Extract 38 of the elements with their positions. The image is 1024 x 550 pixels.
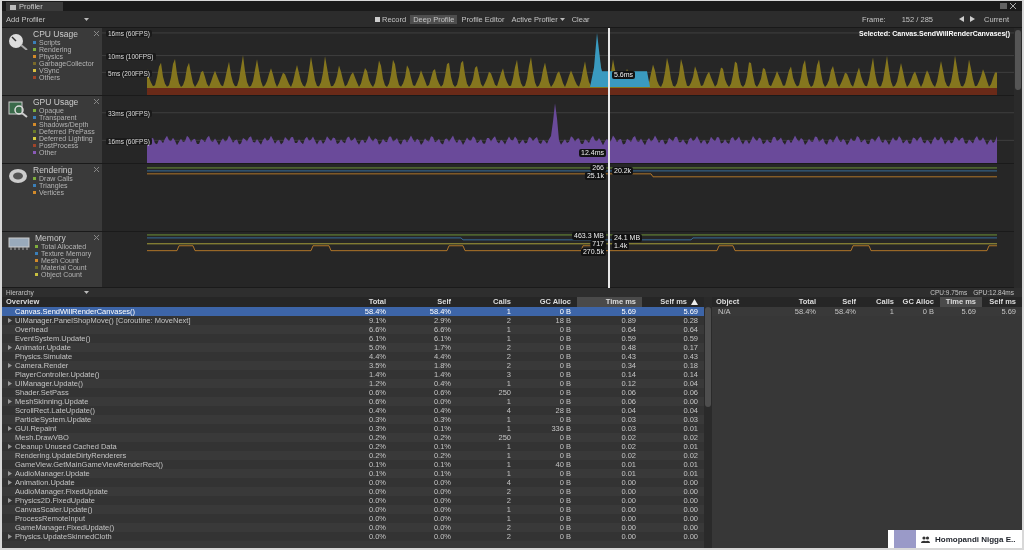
chat-popup[interactable]: Homopandi Nigga E.. — [888, 530, 1022, 548]
caret-icon — [84, 291, 89, 294]
lane-title: GPU Usage — [33, 98, 80, 107]
caret-icon — [559, 17, 565, 21]
record-icon — [375, 16, 380, 22]
next-frame-icon[interactable] — [970, 16, 975, 22]
close-icon[interactable] — [94, 235, 99, 240]
expand-arrow-icon[interactable] — [8, 345, 12, 350]
close-icon[interactable] — [94, 31, 99, 36]
expand-arrow-icon[interactable] — [8, 498, 12, 503]
gauge-icon — [8, 32, 28, 50]
contact-name: Homopandi Nigga E.. — [935, 534, 1016, 544]
expand-arrow-icon[interactable] — [8, 444, 12, 449]
scrollbar[interactable] — [1014, 28, 1022, 288]
gpu-magnifier-icon — [8, 100, 28, 118]
lens-icon — [8, 168, 28, 184]
photo-placeholder — [894, 530, 916, 548]
previous-frame-icon[interactable] — [959, 16, 964, 22]
expand-arrow-icon[interactable] — [8, 480, 12, 485]
lane-title: Memory — [35, 234, 67, 243]
expand-arrow-icon[interactable] — [8, 363, 12, 368]
expand-arrow-icon[interactable] — [8, 534, 12, 539]
expand-arrow-icon[interactable] — [8, 399, 12, 404]
expand-arrow-icon[interactable] — [8, 318, 12, 323]
caret-icon — [84, 17, 89, 21]
close-icon[interactable] — [94, 167, 99, 172]
expand-arrow-icon[interactable] — [8, 426, 12, 431]
sort-arrow-icon — [691, 299, 699, 305]
scrollbar[interactable] — [704, 297, 712, 548]
expand-arrow-icon[interactable] — [8, 471, 12, 476]
close-icon[interactable] — [94, 99, 99, 104]
expand-arrow-icon[interactable] — [8, 381, 12, 386]
window-icon — [10, 3, 16, 10]
memory-chip-icon — [8, 236, 30, 250]
lane-title: CPU Usage — [33, 30, 79, 39]
lane-title: Rendering — [33, 166, 73, 175]
people-icon — [921, 535, 930, 543]
close-icon[interactable] — [1010, 3, 1016, 9]
